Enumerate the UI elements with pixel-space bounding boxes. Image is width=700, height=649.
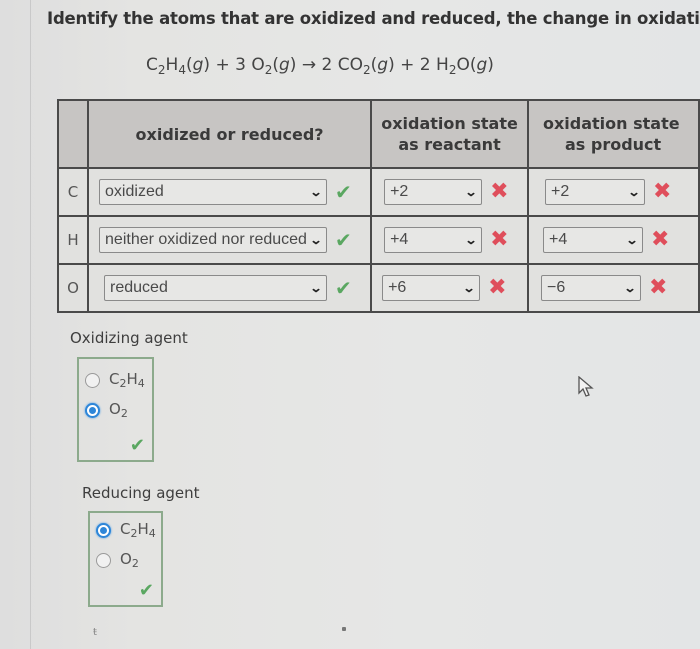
radio-button[interactable] bbox=[96, 552, 111, 568]
product-co2: CO2(g) bbox=[337, 55, 395, 77]
select-value: neither oxidized nor reduced bbox=[105, 231, 307, 248]
header-state-product: oxidation state as product bbox=[526, 99, 700, 169]
chevron-down-icon: ⌄ bbox=[309, 233, 323, 247]
chevron-down-icon: ⌄ bbox=[464, 233, 478, 247]
cross-icon: ✖ bbox=[488, 275, 507, 300]
atom-label: O bbox=[56, 263, 90, 313]
reaction-arrow: → bbox=[301, 55, 317, 75]
chevron-down-icon: ⌄ bbox=[625, 233, 639, 247]
table-header-row: oxidized or reduced? oxidation state as r… bbox=[56, 99, 700, 169]
option-label: C2H4 bbox=[109, 370, 145, 390]
oxidizing-option-c2h4[interactable]: C2H4 bbox=[79, 365, 152, 395]
coefficient: 2 bbox=[419, 55, 431, 75]
radio-button[interactable] bbox=[85, 372, 100, 388]
oxidizing-option-o2[interactable]: O2 bbox=[79, 395, 152, 425]
oxidizing-agent-group: C2H4 O2 ✔ bbox=[77, 357, 154, 462]
chevron-down-icon: ⌄ bbox=[627, 185, 641, 199]
coefficient: 3 bbox=[235, 55, 246, 75]
reactant-state-select[interactable]: +4 ⌄ bbox=[384, 227, 483, 253]
select-value: −6 bbox=[546, 279, 566, 296]
chevron-down-icon: ⌄ bbox=[462, 281, 476, 295]
table-row: O reduced ⌄ ✔ +6 ⌄ ✖ −6 ⌄ ✖ bbox=[56, 263, 700, 313]
page-edge-line bbox=[30, 0, 31, 649]
select-value: +2 bbox=[550, 183, 570, 200]
atom-label: H bbox=[56, 215, 90, 265]
chemical-equation: C2H4(g) + 3 O2(g) → 2 CO2(g) + 2 H2O(g) bbox=[146, 55, 494, 77]
option-label: O2 bbox=[120, 550, 139, 570]
product-state-select[interactable]: +2 ⌄ bbox=[544, 179, 645, 205]
product-h2o: H2O(g) bbox=[436, 55, 494, 77]
footer-glyph: ŧ bbox=[93, 627, 97, 638]
reducing-option-c2h4[interactable]: C2H4 bbox=[90, 515, 161, 545]
plus-sign: + bbox=[400, 55, 415, 75]
chevron-down-icon: ⌄ bbox=[464, 185, 478, 199]
chevron-down-icon: ⌄ bbox=[309, 281, 323, 295]
header-state-reactant: oxidation state as reactant bbox=[370, 99, 529, 169]
check-icon: ✔ bbox=[138, 580, 154, 601]
status-select[interactable]: reduced ⌄ bbox=[104, 275, 328, 301]
atom-label: C bbox=[56, 167, 90, 217]
question-prompt: Identify the atoms that are oxidized and… bbox=[47, 9, 700, 28]
plus-sign: + bbox=[215, 55, 230, 75]
radio-button-selected[interactable] bbox=[96, 522, 111, 538]
header-oxidized-or-reduced: oxidized or reduced? bbox=[87, 99, 373, 169]
oxidation-table: oxidized or reduced? oxidation state as r… bbox=[56, 99, 700, 313]
select-value: +4 bbox=[390, 231, 409, 248]
chevron-down-icon: ⌄ bbox=[309, 185, 323, 199]
cross-icon: ✖ bbox=[652, 179, 672, 204]
status-select[interactable]: oxidized ⌄ bbox=[99, 179, 328, 205]
cross-icon: ✖ bbox=[490, 227, 509, 252]
reducing-agent-group: C2H4 O2 ✔ bbox=[88, 511, 163, 607]
table-row: C oxidized ⌄ ✔ +2 ⌄ ✖ +2 ⌄ ✖ bbox=[56, 167, 700, 217]
reactant-state-select[interactable]: +6 ⌄ bbox=[382, 275, 481, 301]
radio-button-selected[interactable] bbox=[85, 402, 100, 418]
header-atom bbox=[56, 99, 90, 169]
product-state-select[interactable]: −6 ⌄ bbox=[540, 275, 641, 301]
cross-icon: ✖ bbox=[648, 275, 668, 300]
select-value: oxidized bbox=[105, 183, 164, 200]
cross-icon: ✖ bbox=[490, 179, 509, 204]
reactant-state-select[interactable]: +2 ⌄ bbox=[384, 179, 483, 205]
chevron-down-icon: ⌄ bbox=[623, 281, 637, 295]
reactant-c2h4: C2H4(g) bbox=[146, 55, 211, 77]
oxidizing-agent-label: Oxidizing agent bbox=[70, 329, 188, 347]
reducing-option-o2[interactable]: O2 bbox=[90, 545, 161, 575]
check-icon: ✔ bbox=[335, 228, 352, 252]
check-icon: ✔ bbox=[335, 276, 352, 300]
screen-speck bbox=[342, 627, 346, 631]
product-state-select[interactable]: +4 ⌄ bbox=[542, 227, 643, 253]
option-label: C2H4 bbox=[120, 520, 156, 540]
table-row: H neither oxidized nor reduced ⌄ ✔ +4 ⌄ ✖ … bbox=[56, 215, 700, 265]
mouse-cursor-icon bbox=[578, 376, 594, 397]
check-icon: ✔ bbox=[335, 180, 352, 204]
status-select[interactable]: neither oxidized nor reduced ⌄ bbox=[99, 227, 328, 253]
cross-icon: ✖ bbox=[650, 227, 670, 252]
reactant-o2: O2(g) bbox=[251, 55, 297, 77]
option-label: O2 bbox=[109, 400, 128, 420]
select-value: +6 bbox=[388, 279, 407, 296]
select-value: +4 bbox=[548, 231, 568, 248]
select-value: reduced bbox=[110, 279, 168, 296]
select-value: +2 bbox=[390, 183, 409, 200]
reducing-agent-label: Reducing agent bbox=[82, 484, 200, 502]
check-icon: ✔ bbox=[129, 435, 145, 456]
coefficient: 2 bbox=[321, 55, 333, 75]
